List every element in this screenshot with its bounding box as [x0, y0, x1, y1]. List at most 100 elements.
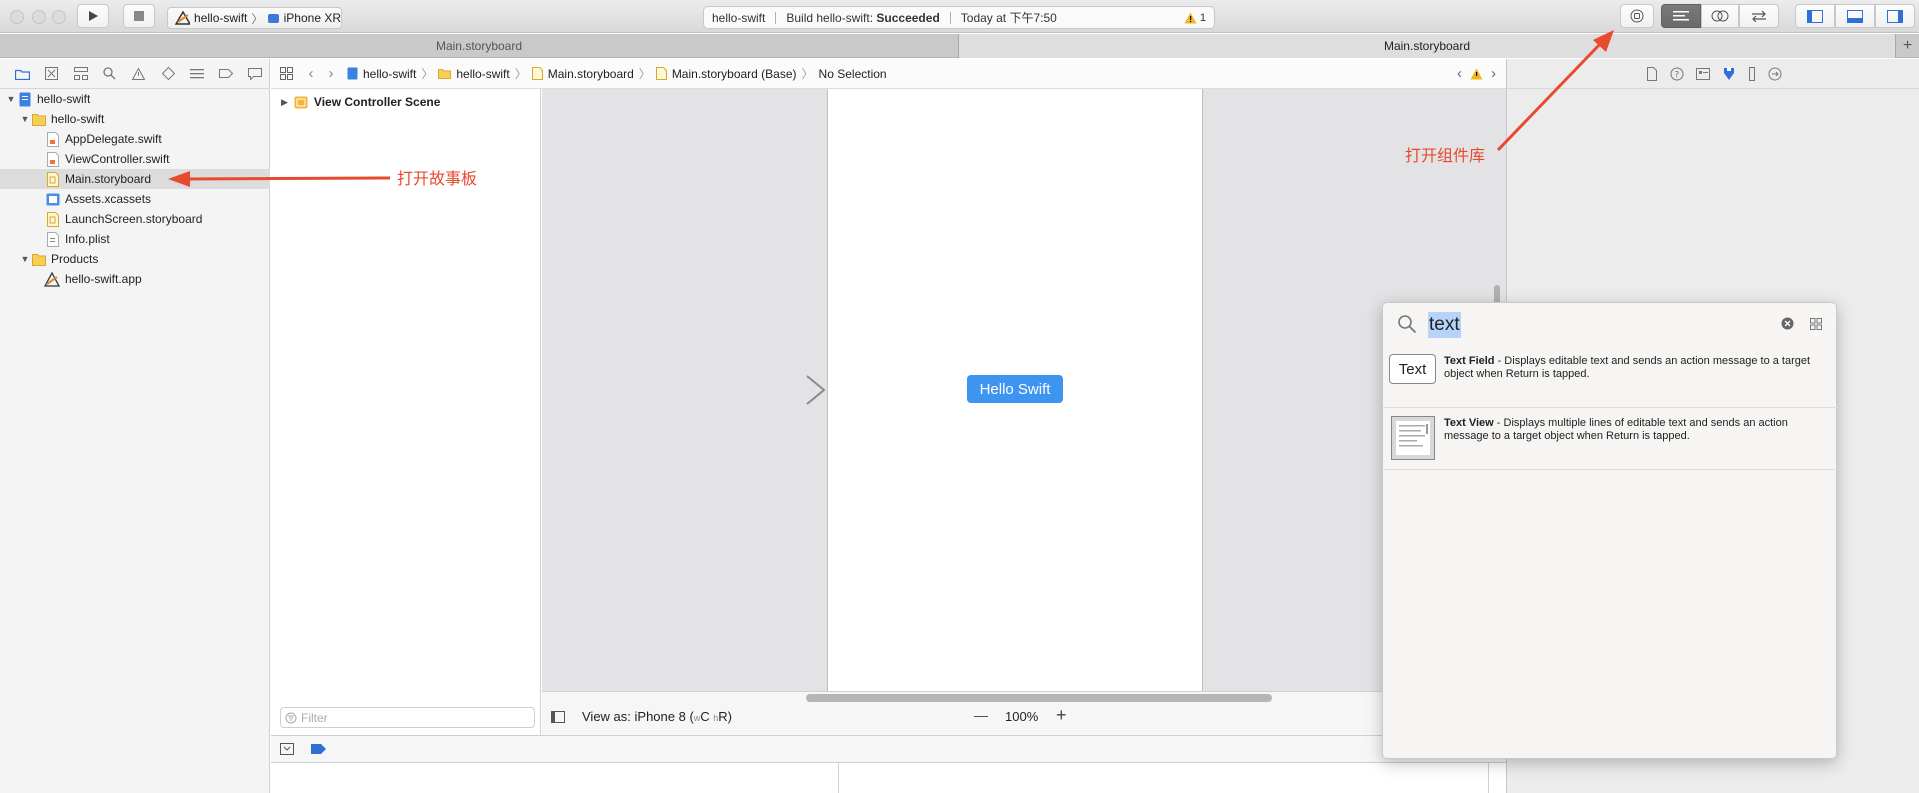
breakpoint-navigator-tab[interactable] — [212, 59, 241, 89]
tree-item-app[interactable]: hello-swift.app — [0, 269, 270, 289]
issue-navigator-tab[interactable] — [124, 59, 153, 89]
breadcrumb-group[interactable]: hello-swift — [456, 67, 509, 81]
app-icon — [44, 271, 60, 287]
debug-navigator-tab[interactable] — [183, 59, 212, 89]
tree-item-group-hello-swift[interactable]: ▼ hello-swift — [0, 109, 270, 129]
library-button[interactable] — [1620, 4, 1654, 28]
text-field-thumbnail: Text — [1389, 354, 1436, 384]
connections-inspector-icon[interactable] — [1768, 67, 1782, 81]
annotation-open-library: 打开组件库 — [1405, 148, 1486, 165]
hide-debug-area-button[interactable] — [280, 743, 294, 755]
outline-scene-row[interactable]: ▶ View Controller Scene — [281, 95, 440, 109]
report-navigator-tab[interactable] — [241, 59, 270, 89]
tree-item-viewcontroller[interactable]: ViewController.swift — [0, 149, 270, 169]
run-button[interactable] — [77, 4, 109, 28]
tree-item-products[interactable]: ▼ Products — [0, 249, 270, 269]
toggle-debug-area-button[interactable] — [1835, 4, 1875, 28]
toggle-outline-button[interactable] — [551, 711, 565, 723]
divider — [1488, 763, 1489, 793]
zoom-window-button[interactable] — [52, 10, 66, 24]
tree-item-label: Products — [51, 252, 99, 266]
stop-button[interactable] — [123, 4, 155, 28]
tree-item-label: LaunchScreen.storyboard — [65, 212, 203, 226]
warning-icon[interactable] — [1470, 68, 1483, 80]
grid-view-icon[interactable] — [1810, 318, 1822, 330]
back-button[interactable]: ‹ — [301, 65, 321, 82]
tree-item-infoplist[interactable]: Info.plist — [0, 229, 270, 249]
source-control-navigator-tab[interactable] — [37, 59, 66, 89]
library-item-description: Text Field - Displays editable text and … — [1444, 355, 1819, 381]
swift-file-icon — [47, 131, 59, 147]
previous-issue-button[interactable]: ‹ — [1457, 65, 1462, 82]
close-window-button[interactable] — [10, 10, 24, 24]
identity-inspector-icon[interactable] — [1695, 67, 1710, 80]
folder-icon — [15, 69, 31, 80]
tree-item-main-storyboard[interactable]: Main.storyboard — [0, 169, 270, 189]
breakpoints-toggle-button[interactable] — [311, 744, 326, 754]
zoom-in-button[interactable]: + — [1056, 705, 1067, 726]
related-items-button[interactable] — [271, 67, 301, 80]
tab-main-storyboard-2[interactable]: Main.storyboard — [959, 34, 1895, 58]
tree-item-label: AppDelegate.swift — [65, 132, 162, 146]
forward-button[interactable]: › — [321, 65, 341, 82]
library-item-name: Text View — [1444, 417, 1494, 429]
disclosure-triangle-icon[interactable]: ▼ — [20, 254, 30, 264]
next-issue-button[interactable]: › — [1491, 65, 1496, 82]
new-tab-button[interactable]: + — [1895, 34, 1919, 58]
library-item-text-view[interactable]: Text View - Displays multiple lines of e… — [1383, 408, 1838, 470]
tree-item-appdelegate[interactable]: AppDelegate.swift — [0, 129, 270, 149]
help-inspector-icon[interactable]: ? — [1670, 67, 1684, 81]
breadcrumb: hello-swift 〉 hello-swift 〉 Main.storybo… — [347, 65, 887, 82]
tree-item-project[interactable]: ▼ hello-swift — [0, 89, 270, 109]
library-icon — [1630, 9, 1644, 23]
breadcrumb-file[interactable]: Main.storyboard — [548, 67, 634, 81]
hello-swift-button[interactable]: Hello Swift — [967, 375, 1063, 403]
divider — [775, 11, 777, 24]
arrows-swap-icon — [1752, 10, 1766, 22]
entry-point-arrow-icon[interactable] — [728, 372, 828, 408]
clear-search-icon[interactable] — [1781, 317, 1794, 330]
zoom-out-button[interactable]: — — [974, 707, 988, 723]
library-item-text-field[interactable]: Text Text Field - Displays editable text… — [1383, 346, 1838, 408]
toggle-inspector-button[interactable] — [1875, 4, 1915, 28]
tree-item-label: ViewController.swift — [65, 152, 170, 166]
warning-count: 1 — [1199, 11, 1206, 24]
outline-filter-field[interactable]: Filter — [280, 707, 535, 728]
minimize-window-button[interactable] — [32, 10, 46, 24]
attributes-inspector-icon[interactable] — [1722, 66, 1736, 81]
right-panel-icon — [1887, 9, 1903, 23]
tree-item-assets[interactable]: Assets.xcassets — [0, 189, 270, 209]
view-as-device-button[interactable]: View as: iPhone 8 ( w C h R) — [582, 709, 732, 724]
tree-item-launchscreen[interactable]: LaunchScreen.storyboard — [0, 209, 270, 229]
warning-indicator[interactable]: 1 — [1184, 12, 1214, 24]
disclosure-triangle-icon[interactable]: ▼ — [6, 94, 16, 104]
tree-item-label: Main.storyboard — [65, 172, 152, 186]
debug-bar — [271, 735, 1506, 763]
disclosure-triangle-icon[interactable]: ▶ — [281, 97, 288, 108]
library-search-input[interactable] — [1425, 309, 1755, 339]
toggle-navigator-button[interactable] — [1795, 4, 1835, 28]
text-lines-icon — [1396, 421, 1430, 455]
symbol-navigator-tab[interactable] — [66, 59, 95, 89]
tree-item-label: hello-swift — [37, 92, 91, 106]
project-navigator-tab[interactable] — [8, 59, 37, 89]
test-navigator-tab[interactable] — [154, 59, 183, 89]
breadcrumb-selection[interactable]: No Selection — [819, 67, 887, 81]
horizontal-scrollbar[interactable] — [806, 694, 1272, 702]
standard-editor-button[interactable] — [1661, 4, 1701, 28]
find-navigator-tab[interactable] — [95, 59, 124, 89]
assistant-editor-button[interactable] — [1701, 4, 1739, 28]
activity-status-prefix: Build hello-swift: — [786, 10, 877, 25]
tab-bar: Main.storyboard Main.storyboard + — [0, 34, 1919, 58]
tab-main-storyboard-1[interactable]: Main.storyboard — [0, 34, 958, 58]
file-inspector-icon[interactable] — [1646, 66, 1658, 81]
breadcrumb-project[interactable]: hello-swift — [363, 67, 416, 81]
breadcrumb-localization[interactable]: Main.storyboard (Base) — [672, 67, 797, 81]
scheme-selector[interactable]: hello-swift 〉 iPhone XR — [167, 7, 342, 29]
library-item-name: Text Field — [1444, 355, 1495, 367]
size-inspector-icon[interactable] — [1748, 66, 1756, 81]
source-control-icon — [45, 67, 59, 80]
disclosure-triangle-icon[interactable]: ▼ — [20, 114, 30, 124]
gauge-icon — [190, 68, 205, 78]
version-editor-button[interactable] — [1739, 4, 1779, 28]
